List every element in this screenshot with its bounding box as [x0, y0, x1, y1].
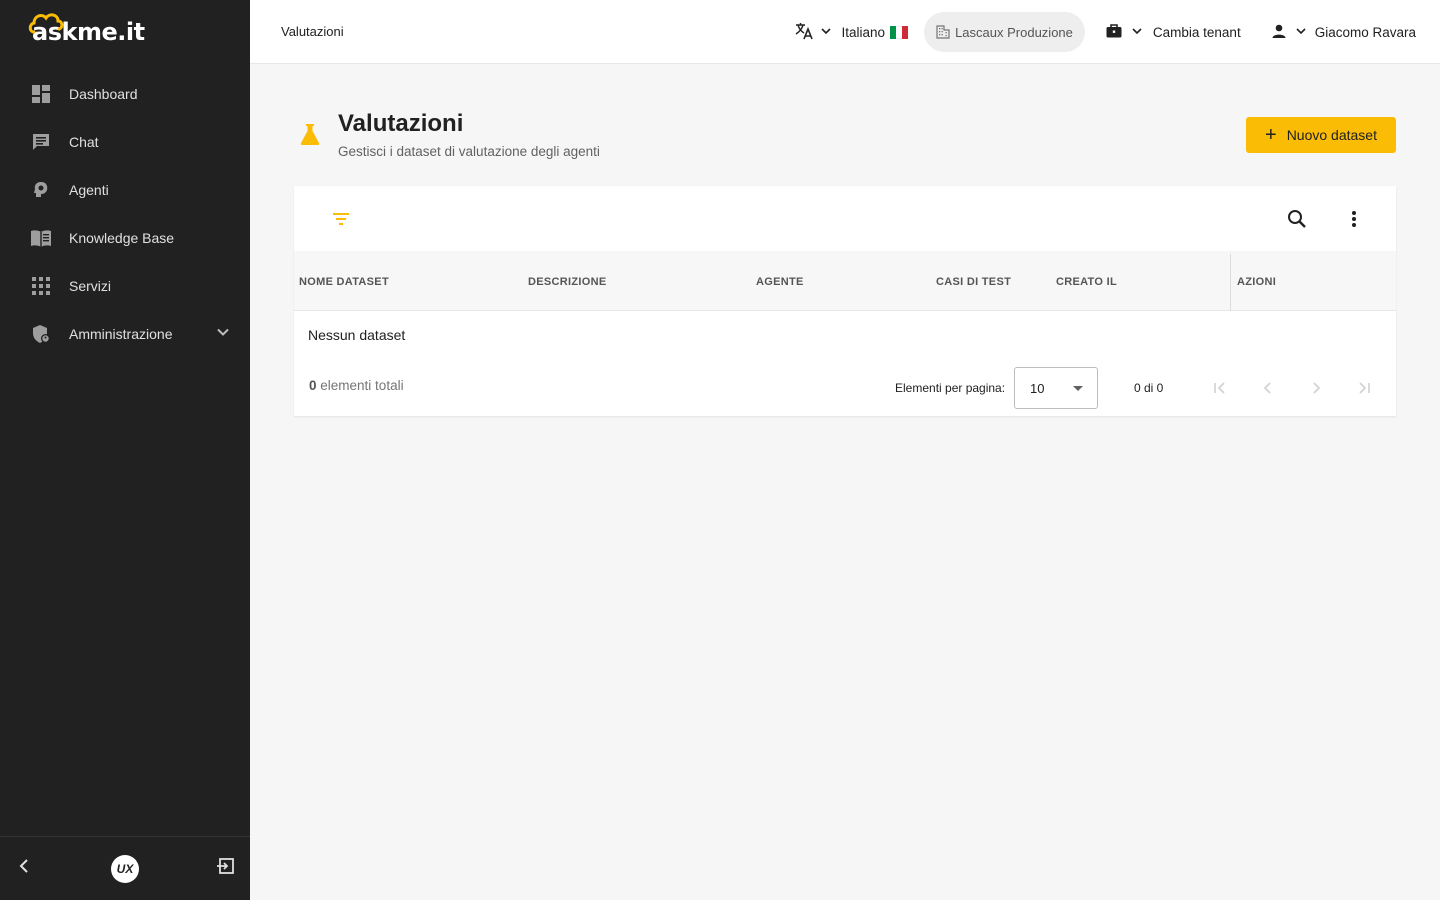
column-header-casi-di-test[interactable]: CASI DI TEST	[936, 276, 1011, 288]
italy-flag-icon	[890, 25, 909, 39]
book-icon	[30, 227, 52, 249]
user-menu[interactable]: Giacomo Ravara	[1271, 23, 1416, 42]
column-header-nome-dataset[interactable]: NOME DATASET	[299, 276, 389, 288]
app-logo[interactable]: askme.it	[28, 10, 145, 46]
filter-icon[interactable]	[330, 208, 352, 235]
last-page-icon[interactable]	[1352, 376, 1376, 400]
ux-badge[interactable]: UX	[111, 854, 139, 883]
empty-state-text: Nessun dataset	[308, 327, 406, 343]
page-subtitle: Gestisci i dataset di valutazione degli …	[338, 144, 600, 159]
first-page-icon[interactable]	[1208, 376, 1232, 400]
change-tenant-button[interactable]: Cambia tenant	[1105, 22, 1241, 43]
chevron-down-icon	[820, 25, 832, 40]
table-header: NOME DATASET DESCRIZIONE AGENTE CASI DI …	[294, 251, 1396, 311]
per-page-select[interactable]: 10	[1014, 367, 1098, 409]
per-page-value: 10	[1030, 380, 1045, 396]
briefcase-icon	[1105, 22, 1123, 43]
sidebar-item-label: Agenti	[69, 182, 109, 198]
cloud-logo-icon	[28, 13, 64, 34]
previous-page-icon[interactable]	[1256, 376, 1280, 400]
sidebar-item-label: Knowledge Base	[69, 230, 175, 246]
plus-icon: +	[1265, 124, 1277, 146]
language-label: Italiano	[841, 24, 886, 40]
sidebar-item-label: Amministrazione	[69, 326, 173, 342]
sidebar-item-chat[interactable]: Chat	[0, 118, 250, 166]
page-header: Valutazioni Gestisci i dataset di valuta…	[294, 108, 1396, 168]
building-icon	[936, 25, 950, 39]
new-dataset-label: Nuovo dataset	[1286, 127, 1377, 143]
table-toolbar	[294, 186, 1396, 251]
change-tenant-label: Cambia tenant	[1152, 24, 1241, 40]
sidebar-item-label: Dashboard	[69, 86, 138, 102]
page-range: 0 di 0	[1134, 381, 1164, 395]
sidebar: askme.it Dashboard Chat Agenti Knowledge…	[0, 0, 250, 900]
user-icon	[1271, 23, 1287, 42]
apps-grid-icon	[30, 275, 52, 297]
sidebar-item-servizi[interactable]: Servizi	[0, 262, 250, 310]
more-vertical-icon[interactable]	[1350, 208, 1358, 235]
page-title: Valutazioni	[338, 110, 464, 137]
breadcrumb: Valutazioni	[281, 24, 344, 39]
column-header-azioni: AZIONI	[1237, 276, 1277, 288]
dashboard-icon	[30, 83, 52, 105]
sidebar-item-agenti[interactable]: Agenti	[0, 166, 250, 214]
admin-shield-icon	[30, 323, 52, 345]
sidebar-item-label: Chat	[69, 134, 99, 150]
chat-icon	[30, 131, 52, 153]
flask-icon	[298, 122, 322, 151]
collapse-sidebar-icon[interactable]	[14, 856, 34, 881]
column-header-descrizione[interactable]: DESCRIZIONE	[528, 276, 606, 288]
chevron-down-icon[interactable]	[216, 325, 230, 344]
current-tenant-chip: Lascaux Produzione	[924, 12, 1085, 52]
datasets-table-card: NOME DATASET DESCRIZIONE AGENTE CASI DI …	[294, 186, 1396, 416]
search-icon[interactable]	[1286, 208, 1308, 235]
language-selector[interactable]: Italiano	[794, 21, 909, 44]
translate-icon	[794, 21, 814, 44]
total-count-value: 0	[309, 378, 317, 393]
per-page-label: Elementi per pagina:	[895, 381, 1006, 395]
column-header-creato-il[interactable]: CREATO IL	[1056, 276, 1117, 288]
chevron-down-icon	[1295, 25, 1307, 40]
total-count: 0 elementi totali	[309, 378, 404, 393]
chevron-down-icon	[1131, 25, 1143, 40]
sidebar-footer: UX	[0, 836, 250, 900]
table-footer: 0 elementi totali Elementi per pagina: 1…	[294, 354, 1396, 416]
sidebar-item-amministrazione[interactable]: Amministrazione	[0, 310, 250, 358]
dropdown-arrow-icon	[1073, 386, 1083, 391]
sidebar-item-knowledge-base[interactable]: Knowledge Base	[0, 214, 250, 262]
total-count-label: elementi totali	[320, 378, 404, 393]
sidebar-item-dashboard[interactable]: Dashboard	[0, 70, 250, 118]
column-divider	[1230, 254, 1231, 311]
tenant-name: Lascaux Produzione	[955, 24, 1073, 40]
sidebar-item-label: Servizi	[69, 278, 112, 294]
topbar: Valutazioni Italiano Lascaux Produzione	[250, 0, 1440, 64]
user-name: Giacomo Ravara	[1314, 24, 1416, 40]
column-header-agente[interactable]: AGENTE	[756, 276, 804, 288]
topbar-actions: Italiano Lascaux Produzione Cambia tenan…	[794, 12, 1416, 52]
logout-icon[interactable]	[216, 856, 236, 881]
sidebar-nav: Dashboard Chat Agenti Knowledge Base Ser…	[0, 70, 250, 358]
new-dataset-button[interactable]: + Nuovo dataset	[1246, 117, 1396, 153]
agent-icon	[30, 179, 52, 201]
next-page-icon[interactable]	[1304, 376, 1328, 400]
